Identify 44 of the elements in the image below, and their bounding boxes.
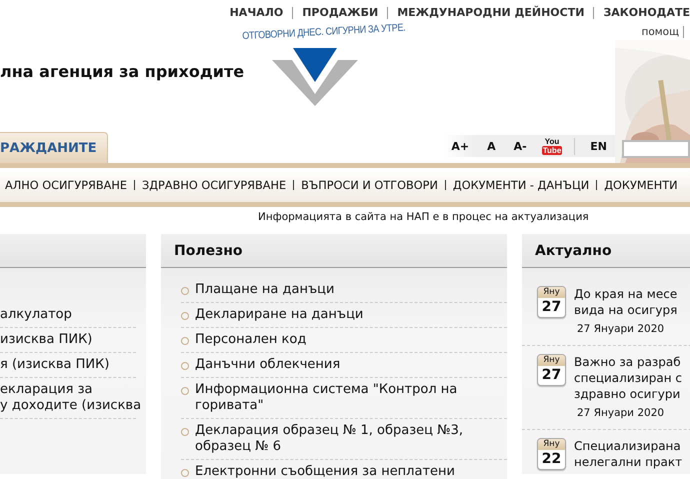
toolbar-button[interactable]: A- bbox=[504, 140, 536, 152]
notice-text: Информацията в сайта на НАП е в процес на актуализация bbox=[257, 210, 590, 225]
menu-link[interactable]: ДОКУМЕНТИ - ДАНЪЦИ bbox=[446, 178, 596, 192]
news-link[interactable]: Важно за разраб специализиран с здравно осигури bbox=[574, 354, 682, 402]
menu-link[interactable]: ВЪПРОСИ И ОТГОВОРИ bbox=[294, 178, 445, 192]
search-field[interactable] bbox=[622, 140, 690, 158]
bullet-icon bbox=[181, 469, 189, 477]
site-title: лна агенция за приходите bbox=[0, 62, 244, 81]
menu-link[interactable]: ДОКУМЕНТИ bbox=[597, 178, 685, 192]
panel-link[interactable]: Персонален код bbox=[195, 332, 306, 348]
calendar-icon: Яну 27 bbox=[537, 286, 566, 318]
logo-icon bbox=[272, 48, 358, 106]
panel-link[interactable]: Плащане на данъци bbox=[195, 282, 334, 298]
news-link[interactable]: Специализирана нелегални практ bbox=[574, 438, 682, 470]
tab[interactable]: РАЖДАНИТЕ bbox=[0, 132, 108, 163]
bullet-icon bbox=[181, 312, 189, 320]
nav-link[interactable]: ЗАКОНОДАТЕ bbox=[594, 5, 690, 25]
menu-link[interactable]: ЗДРАВНО ОСИГУРЯВАНЕ bbox=[134, 178, 294, 192]
panel-link[interactable]: Информационна система "Контрол на горивата" bbox=[195, 382, 458, 414]
panel-link[interactable]: Декларация образец № 1, образец №3, образец № 6 bbox=[195, 423, 464, 455]
panel-link[interactable]: алкулатор bbox=[0, 307, 136, 323]
calendar-icon: Яну 27 bbox=[537, 354, 566, 386]
menu-link[interactable]: АЛНО ОСИГУРЯВАНЕ bbox=[0, 178, 134, 192]
toolbar-button[interactable]: EN bbox=[581, 140, 616, 152]
news-link[interactable]: До края на месе вида на осигуря bbox=[574, 286, 678, 318]
toolbar-button[interactable]: A bbox=[478, 140, 505, 152]
panel-title: Полезно bbox=[174, 242, 243, 258]
bullet-icon bbox=[181, 337, 189, 345]
bullet-icon bbox=[181, 387, 189, 395]
panel-title: Актуално bbox=[535, 242, 612, 258]
toolbar-button[interactable]: A+ bbox=[442, 140, 478, 152]
panel-link[interactable]: Данъчни облекчения bbox=[195, 357, 340, 373]
news-date: 27 Януари 2020 bbox=[576, 323, 666, 335]
bullet-icon bbox=[181, 428, 189, 436]
calendar-icon: Яну 22 bbox=[537, 438, 566, 470]
panel-link[interactable]: изисква ПИК) bbox=[0, 332, 136, 348]
panel-link[interactable]: я (изисква ПИК) bbox=[0, 357, 136, 373]
bullet-icon bbox=[181, 287, 189, 295]
youtube-button[interactable]: You Tube bbox=[536, 138, 576, 154]
help-link[interactable]: помощ bbox=[641, 26, 684, 38]
news-date: 27 Януари 2020 bbox=[576, 407, 666, 419]
panel-link[interactable]: Деклариране на данъци bbox=[195, 307, 364, 323]
panel-link[interactable]: Електронни съобщения за неплатени bbox=[195, 464, 455, 479]
bullet-icon bbox=[181, 362, 189, 370]
